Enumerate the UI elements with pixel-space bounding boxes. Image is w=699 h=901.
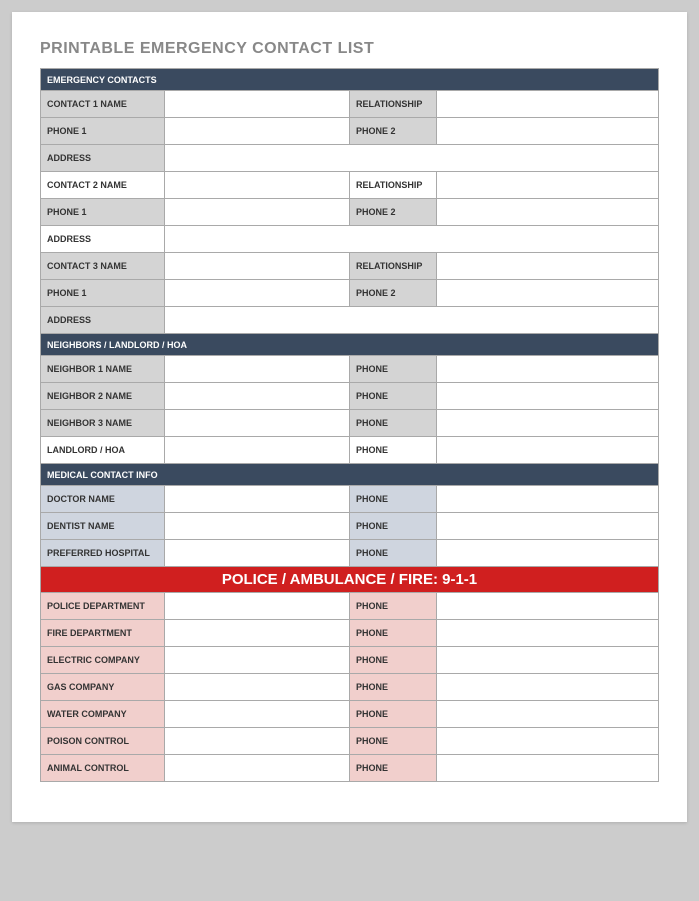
water-label: WATER COMPANY [41, 701, 165, 728]
neighbor2-name-label: NEIGHBOR 2 NAME [41, 383, 165, 410]
contact3-phone2-value[interactable] [436, 280, 659, 307]
contact1-addr-label: ADDRESS [41, 145, 165, 172]
neighbor1-name-label: NEIGHBOR 1 NAME [41, 356, 165, 383]
hospital-phone-label: PHONE [349, 540, 436, 567]
neighbor3-phone-label: PHONE [349, 410, 436, 437]
section-header-police: POLICE / AMBULANCE / FIRE: 9-1-1 [41, 567, 659, 593]
contact2-rel-value[interactable] [436, 172, 659, 199]
gas-phone-value[interactable] [436, 674, 659, 701]
section-header-neighbors: NEIGHBORS / LANDLORD / HOA [41, 334, 659, 356]
contact1-phone2-label: PHONE 2 [349, 118, 436, 145]
dentist-phone-label: PHONE [349, 513, 436, 540]
electric-value[interactable] [164, 647, 349, 674]
water-phone-label: PHONE [349, 701, 436, 728]
animal-value[interactable] [164, 755, 349, 782]
neighbor2-phone-value[interactable] [436, 383, 659, 410]
neighbor2-phone-label: PHONE [349, 383, 436, 410]
landlord-phone-value[interactable] [436, 437, 659, 464]
doctor-phone-value[interactable] [436, 486, 659, 513]
dentist-name-label: DENTIST NAME [41, 513, 165, 540]
contact1-rel-label: RELATIONSHIP [349, 91, 436, 118]
hospital-name-value[interactable] [164, 540, 349, 567]
contact2-phone1-value[interactable] [164, 199, 349, 226]
landlord-name-label: LANDLORD / HOA [41, 437, 165, 464]
contact3-addr-value[interactable] [164, 307, 658, 334]
neighbor3-phone-value[interactable] [436, 410, 659, 437]
neighbor1-phone-label: PHONE [349, 356, 436, 383]
page-title: PRINTABLE EMERGENCY CONTACT LIST [40, 40, 659, 58]
gas-value[interactable] [164, 674, 349, 701]
electric-phone-label: PHONE [349, 647, 436, 674]
neighbor3-name-value[interactable] [164, 410, 349, 437]
poison-value[interactable] [164, 728, 349, 755]
section-header-medical: MEDICAL CONTACT INFO [41, 464, 659, 486]
police-phone-value[interactable] [436, 593, 659, 620]
contact2-name-label: CONTACT 2 NAME [41, 172, 165, 199]
electric-phone-value[interactable] [436, 647, 659, 674]
contact1-name-value[interactable] [164, 91, 349, 118]
contact3-name-label: CONTACT 3 NAME [41, 253, 165, 280]
contact1-name-label: CONTACT 1 NAME [41, 91, 165, 118]
animal-phone-value[interactable] [436, 755, 659, 782]
dentist-phone-value[interactable] [436, 513, 659, 540]
neighbor1-name-value[interactable] [164, 356, 349, 383]
contact3-rel-value[interactable] [436, 253, 659, 280]
contact2-phone1-label: PHONE 1 [41, 199, 165, 226]
contact2-phone2-value[interactable] [436, 199, 659, 226]
neighbor3-name-label: NEIGHBOR 3 NAME [41, 410, 165, 437]
contact2-name-value[interactable] [164, 172, 349, 199]
contact3-rel-label: RELATIONSHIP [349, 253, 436, 280]
landlord-name-value[interactable] [164, 437, 349, 464]
contact2-addr-value[interactable] [164, 226, 658, 253]
neighbor2-name-value[interactable] [164, 383, 349, 410]
contact1-addr-value[interactable] [164, 145, 658, 172]
fire-dept-label: FIRE DEPARTMENT [41, 620, 165, 647]
gas-label: GAS COMPANY [41, 674, 165, 701]
poison-label: POISON CONTROL [41, 728, 165, 755]
water-phone-value[interactable] [436, 701, 659, 728]
contact1-phone2-value[interactable] [436, 118, 659, 145]
animal-phone-label: PHONE [349, 755, 436, 782]
contact2-phone2-label: PHONE 2 [349, 199, 436, 226]
neighbor1-phone-value[interactable] [436, 356, 659, 383]
doctor-name-label: DOCTOR NAME [41, 486, 165, 513]
electric-label: ELECTRIC COMPANY [41, 647, 165, 674]
dentist-name-value[interactable] [164, 513, 349, 540]
fire-phone-label: PHONE [349, 620, 436, 647]
contact3-addr-label: ADDRESS [41, 307, 165, 334]
hospital-phone-value[interactable] [436, 540, 659, 567]
contact-table: EMERGENCY CONTACTS CONTACT 1 NAME RELATI… [40, 68, 659, 782]
hospital-name-label: PREFERRED HOSPITAL [41, 540, 165, 567]
contact3-phone2-label: PHONE 2 [349, 280, 436, 307]
fire-dept-value[interactable] [164, 620, 349, 647]
contact3-phone1-label: PHONE 1 [41, 280, 165, 307]
gas-phone-label: PHONE [349, 674, 436, 701]
fire-phone-value[interactable] [436, 620, 659, 647]
section-header-emergency: EMERGENCY CONTACTS [41, 69, 659, 91]
police-phone-label: PHONE [349, 593, 436, 620]
contact2-addr-label: ADDRESS [41, 226, 165, 253]
contact3-name-value[interactable] [164, 253, 349, 280]
document-page: PRINTABLE EMERGENCY CONTACT LIST EMERGEN… [12, 12, 687, 822]
poison-phone-value[interactable] [436, 728, 659, 755]
water-value[interactable] [164, 701, 349, 728]
landlord-phone-label: PHONE [349, 437, 436, 464]
contact1-rel-value[interactable] [436, 91, 659, 118]
contact2-rel-label: RELATIONSHIP [349, 172, 436, 199]
police-dept-value[interactable] [164, 593, 349, 620]
doctor-name-value[interactable] [164, 486, 349, 513]
doctor-phone-label: PHONE [349, 486, 436, 513]
animal-label: ANIMAL CONTROL [41, 755, 165, 782]
poison-phone-label: PHONE [349, 728, 436, 755]
contact1-phone1-label: PHONE 1 [41, 118, 165, 145]
contact1-phone1-value[interactable] [164, 118, 349, 145]
police-dept-label: POLICE DEPARTMENT [41, 593, 165, 620]
contact3-phone1-value[interactable] [164, 280, 349, 307]
